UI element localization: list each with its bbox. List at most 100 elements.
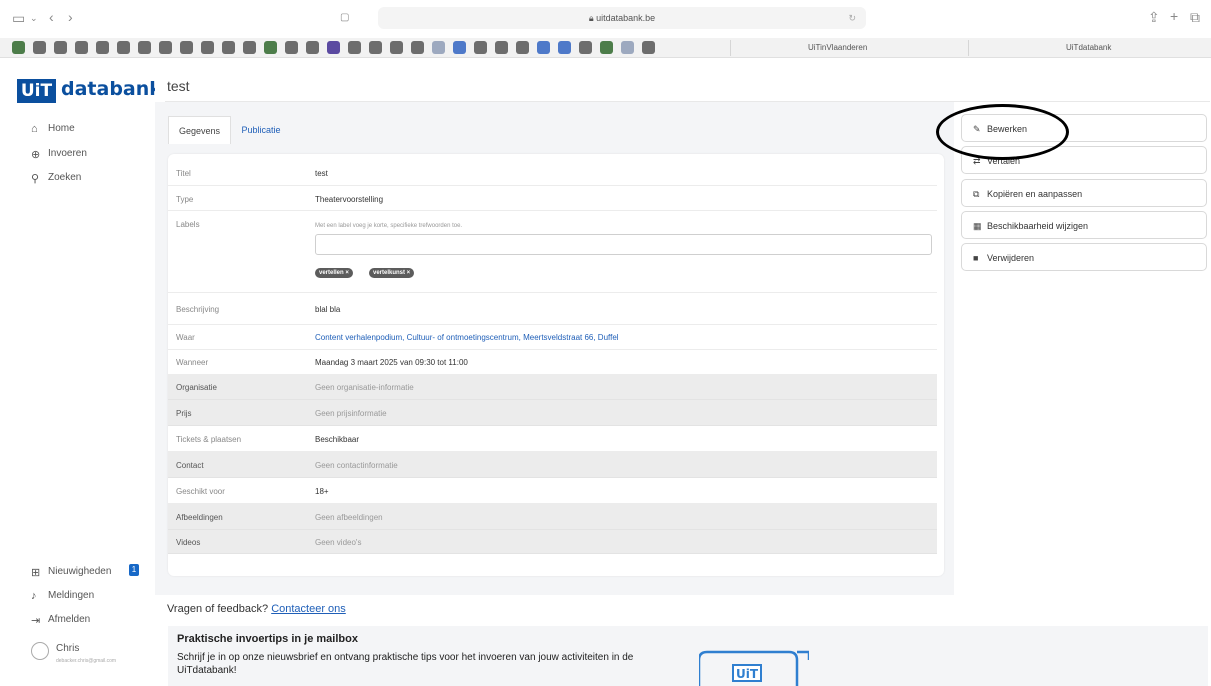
availability-button[interactable]: ▦ Beschikbaarheid wijzigen [961,211,1207,239]
label-chip[interactable]: vertelkunst × [369,268,415,278]
address-bar[interactable]: 🔒︎ uitdatabank.be ↻ [378,7,866,29]
bookmark-icon[interactable] [159,41,172,54]
action-label: Beschikbaarheid wijzigen [987,221,1089,231]
search-icon: ⚲ [31,173,40,185]
bookmark-icon[interactable] [117,41,130,54]
detail-key: Videos [176,538,201,547]
bookmark-icon[interactable] [180,41,193,54]
bookmark-icon[interactable] [558,41,571,54]
bookmark-icon[interactable] [33,41,46,54]
sidebar-item-label: Home [48,123,75,134]
detail-key: Organisatie [176,383,217,392]
detail-value: Maandag 3 maart 2025 van 09:30 tot 11:00 [315,358,468,367]
bookmark-icon[interactable] [474,41,487,54]
feedback-question: Vragen of feedback? [167,603,269,615]
bookmark-icon[interactable] [243,41,256,54]
new-tab-icon[interactable]: + [1170,9,1178,23]
sidebar-item-label: Nieuwigheden [48,566,112,577]
detail-value: Geen afbeeldingen [315,513,383,522]
detail-row-waar: Waar Content verhalenpodium, Cultuur- of… [168,325,937,350]
chevron-down-icon[interactable]: ⌄ [30,11,38,25]
annotation-circle [936,104,1069,160]
logo-text[interactable]: databank [61,78,162,100]
tab-uitdatabank[interactable]: UiTdatabank [1066,40,1111,56]
logout-icon: ⇥ [31,615,41,627]
address-url: uitdatabank.be [596,13,656,23]
copy-icon: ⧉ [973,189,980,199]
home-icon: ⌂ [31,123,38,135]
detail-row-tickets: Tickets & plaatsen Beschikbaar [168,426,937,452]
bookmark-icon[interactable] [348,41,361,54]
bookmark-icon[interactable] [327,41,340,54]
bookmark-icon[interactable] [138,41,151,54]
detail-row-organisatie: Organisatie Geen organisatie-informatie [168,375,937,400]
tab-separator [968,40,969,56]
forward-icon[interactable]: › [68,10,73,24]
logo[interactable]: UiT [17,79,56,103]
copy-button[interactable]: ⧉ Kopiëren en aanpassen [961,179,1207,207]
location-link[interactable]: Content verhalenpodium, Cultuur- of ontm… [315,333,619,342]
detail-value: blal bla [315,305,341,314]
bookmark-icon[interactable] [495,41,508,54]
contact-link[interactable]: Contacteer ons [271,603,346,615]
bell-icon: ♪ [31,590,37,602]
bookmark-icon[interactable] [516,41,529,54]
back-icon[interactable]: ‹ [49,10,54,24]
bookmark-icon[interactable] [621,41,634,54]
promo-text: Schrijf je in op onze nieuwsbrief en ont… [177,652,634,676]
bookmark-icon[interactable] [201,41,214,54]
tab-gegevens[interactable]: Gegevens [168,116,231,144]
bookmark-icon[interactable] [306,41,319,54]
bookmark-icon[interactable] [453,41,466,54]
sidebar-item-label: Afmelden [48,614,91,625]
bookmark-icon[interactable] [390,41,403,54]
browser-toolbar: ▭ ⌄ ‹ › ▢ 🔒︎ uitdatabank.be ↻ ⇪ + ⧉ [0,0,1211,38]
page-title: test [167,78,190,94]
detail-key: Contact [176,461,204,470]
bookmark-icon[interactable] [264,41,277,54]
envelope-logo-icon: UiT [699,650,809,686]
detail-key: Afbeeldingen [176,513,223,522]
bookmark-icon[interactable] [12,41,25,54]
detail-key: Wanneer [176,358,209,367]
detail-key: Tickets & plaatsen [176,435,242,444]
label-chip[interactable]: vertellen × [315,268,353,278]
labels-input[interactable] [315,234,932,255]
bookmark-icon[interactable] [537,41,550,54]
tab-publicatie[interactable]: Publicatie [236,116,286,144]
reload-icon[interactable]: ↻ [848,7,856,29]
detail-key: Titel [176,169,191,178]
detail-key: Type [176,195,194,204]
detail-row-wanneer: Wanneer Maandag 3 maart 2025 van 09:30 t… [168,350,937,375]
action-label: Verwijderen [987,253,1035,263]
share-icon[interactable]: ⇪ [1148,10,1160,24]
tab-separator [730,40,731,56]
detail-value: Theatervoorstelling [315,195,384,204]
bookmark-icon[interactable] [432,41,445,54]
tab-uitinvlaanderen[interactable]: UiTinVlaanderen [808,40,867,56]
bookmark-icon[interactable] [96,41,109,54]
lock-icon: 🔒︎ [588,13,597,23]
detail-value: Beschikbaar [315,435,360,444]
calendar-icon: ▦ [973,221,982,231]
sidebar-toggle-icon[interactable]: ▭ [12,11,25,25]
detail-value: Geen video's [315,538,362,547]
bookmark-icon[interactable] [600,41,613,54]
avatar[interactable] [31,642,49,660]
bookmark-icon[interactable] [411,41,424,54]
tab-overview-icon[interactable]: ⧉ [1190,10,1200,24]
detail-key: Beschrijving [176,305,220,314]
detail-row-beschrijving: Beschrijving blal bla [168,293,937,325]
shield-icon: ▢ [340,12,350,23]
sidebar-item-label: Zoeken [48,172,82,183]
delete-button[interactable]: ■ Verwijderen [961,243,1207,271]
bookmark-icon[interactable] [222,41,235,54]
detail-row-geschikt-voor: Geschikt voor 18+ [168,478,937,504]
bookmark-icon[interactable] [579,41,592,54]
bookmark-icon[interactable] [642,41,655,54]
bookmark-icon[interactable] [54,41,67,54]
bookmark-icon[interactable] [75,41,88,54]
bookmark-icon[interactable] [285,41,298,54]
bookmark-icon[interactable] [369,41,382,54]
detail-key: Geschikt voor [176,487,225,496]
